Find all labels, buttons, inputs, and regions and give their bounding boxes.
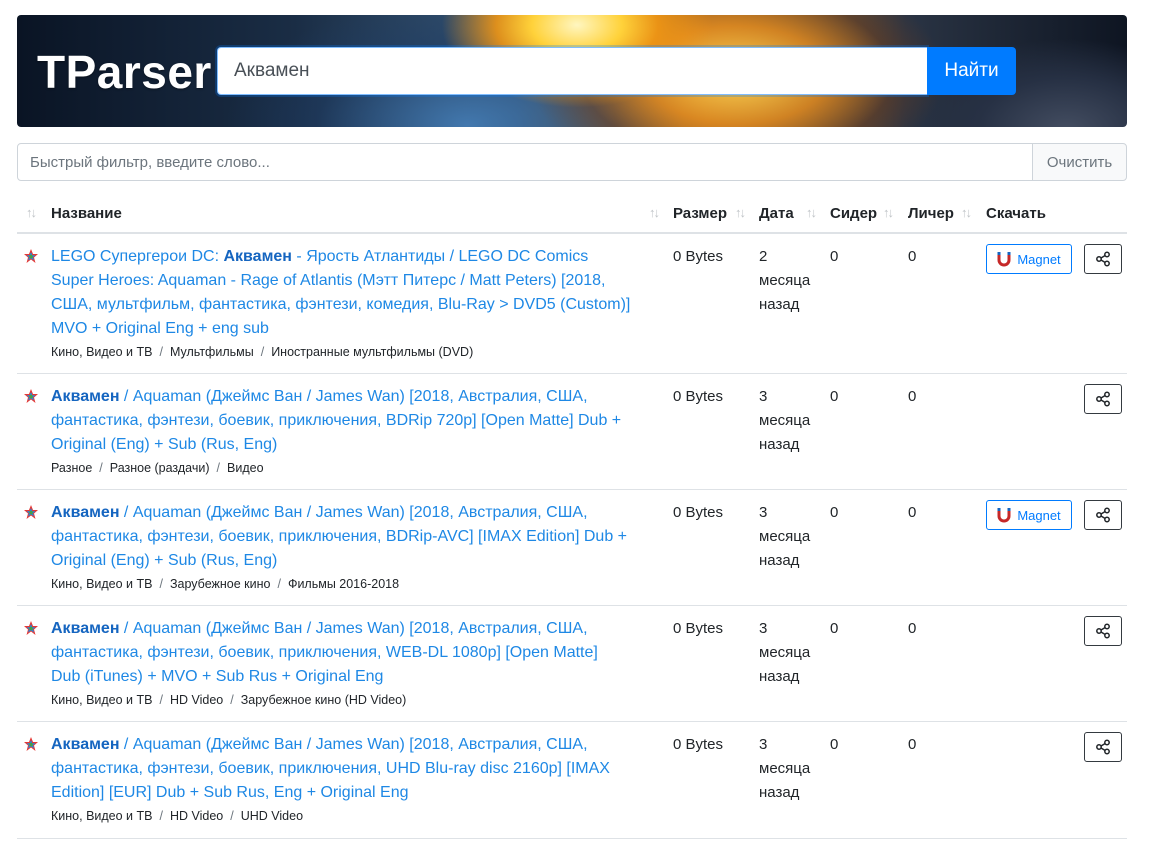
quick-filter-input[interactable] <box>17 143 1033 181</box>
seeders-cell: 0 <box>830 620 839 637</box>
date-cell: 2 месяца назад <box>759 248 811 313</box>
seeders-cell: 0 <box>830 504 839 521</box>
share-icon <box>1096 391 1110 407</box>
seeders-cell: 0 <box>830 388 839 405</box>
table-row: LEGO Супергерои DC: Аквамен - Ярость Атл… <box>17 233 1127 374</box>
tracker-icon <box>24 249 38 263</box>
magnet-label: Magnet <box>1017 251 1061 267</box>
table-row: Аквамен / Aquaman (Джеймс Ван / James Wa… <box>17 721 1127 839</box>
size-cell: 0 Bytes <box>673 504 724 521</box>
category-link[interactable]: Фильмы 2016-2018 <box>288 577 399 591</box>
share-icon <box>1096 739 1110 755</box>
title-highlight: Аквамен <box>51 388 120 405</box>
size-cell: 0 Bytes <box>673 248 724 265</box>
category-link[interactable]: Зарубежное кино <box>170 577 270 591</box>
category-link[interactable]: Разное <box>51 461 92 475</box>
share-button[interactable] <box>1084 500 1122 530</box>
tracker-icon <box>24 737 38 751</box>
category-link[interactable]: HD Video <box>170 809 223 823</box>
date-cell: 3 месяца назад <box>759 620 811 685</box>
column-header-seeders[interactable]: Сидер <box>830 198 877 232</box>
date-cell: 3 месяца назад <box>759 504 811 569</box>
torrent-title-link[interactable]: LEGO Супергерои DC: Аквамен - Ярость Атл… <box>51 245 631 341</box>
category-link[interactable]: Кино, Видео и ТВ <box>51 809 152 823</box>
share-button[interactable] <box>1084 732 1122 762</box>
magnet-label: Magnet <box>1017 507 1061 523</box>
column-header-date[interactable]: Дата <box>759 198 794 232</box>
leechers-cell: 0 <box>908 504 917 521</box>
category-link[interactable]: Мультфильмы <box>170 345 254 359</box>
category-breadcrumb: Кино, Видео и ТВ / Мультфильмы / Иностранные… <box>51 345 474 359</box>
results-table-header: ↑↓ Название ↑↓ Размер ↑↓ Дата ↑↓ Сидер ↑… <box>17 198 1127 234</box>
date-cell: 3 месяца назад <box>759 388 811 453</box>
torrent-title-link[interactable]: Аквамен / Aquaman (Джеймс Ван / James Wa… <box>51 617 631 689</box>
magnet-button[interactable]: Magnet <box>986 244 1072 274</box>
size-cell: 0 Bytes <box>673 620 724 637</box>
title-highlight: Аквамен <box>51 620 120 637</box>
category-link[interactable]: Видео <box>227 461 264 475</box>
category-breadcrumb: Кино, Видео и ТВ / HD Video / Зарубежное кин… <box>51 693 407 707</box>
column-header-download: Скачать <box>986 205 1046 222</box>
title-highlight: Аквамен <box>51 736 120 753</box>
title-rest: / Aquaman (Джеймс Ван / James Wan) [2018… <box>51 504 628 569</box>
category-link[interactable]: UHD Video <box>241 809 303 823</box>
category-link[interactable]: Разное (раздачи) <box>110 461 210 475</box>
title-highlight: Аквамен <box>51 504 120 521</box>
tracker-icon <box>24 505 38 519</box>
magnet-icon <box>997 252 1011 267</box>
share-icon <box>1096 507 1110 523</box>
category-link[interactable]: Кино, Видео и ТВ <box>51 577 152 591</box>
date-cell: 3 месяца назад <box>759 736 811 801</box>
category-breadcrumb: Кино, Видео и ТВ / Зарубежное кино / Фильмы … <box>51 577 400 591</box>
torrent-title-link[interactable]: Аквамен / Aquaman (Джеймс Ван / James Wa… <box>51 501 631 573</box>
seeders-cell: 0 <box>830 248 839 265</box>
site-logo[interactable]: TParser <box>37 44 212 100</box>
share-button[interactable] <box>1084 384 1122 414</box>
title-highlight: Аквамен <box>223 248 292 265</box>
category-link[interactable]: Кино, Видео и ТВ <box>51 345 152 359</box>
title-prefix: LEGO Супергерои DC: <box>51 248 224 265</box>
table-row: Аквамен / Aquaman (Джеймс Ван / James Wa… <box>17 605 1127 722</box>
title-rest: / Aquaman (Джеймс Ван / James Wan) [2018… <box>51 736 610 801</box>
category-breadcrumb: Разное / Разное (раздачи) / Видео <box>51 461 264 475</box>
share-icon <box>1096 251 1110 267</box>
category-link[interactable]: Зарубежное кино (HD Video) <box>241 693 407 707</box>
column-header-name[interactable]: Название <box>51 198 122 232</box>
sort-icon[interactable]: ↑↓ <box>735 198 746 232</box>
column-header-size[interactable]: Размер <box>673 198 727 232</box>
title-rest: / Aquaman (Джеймс Ван / James Wan) [2018… <box>51 620 598 685</box>
title-rest: / Aquaman (Джеймс Ван / James Wan) [2018… <box>51 388 622 453</box>
sort-icon[interactable]: ↑↓ <box>806 198 817 232</box>
clear-filter-button[interactable]: Очистить <box>1032 143 1127 181</box>
leechers-cell: 0 <box>908 620 917 637</box>
column-header-leechers[interactable]: Личер <box>908 198 954 232</box>
sort-icon[interactable]: ↑↓ <box>883 198 894 232</box>
leechers-cell: 0 <box>908 388 917 405</box>
category-breadcrumb: Кино, Видео и ТВ / HD Video / UHD Video <box>51 809 304 823</box>
tracker-icon <box>24 621 38 635</box>
category-link[interactable]: Кино, Видео и ТВ <box>51 693 152 707</box>
tracker-icon <box>24 389 38 403</box>
share-button[interactable] <box>1084 616 1122 646</box>
search-input[interactable] <box>217 47 927 95</box>
table-row: Аквамен / Aquaman (Джеймс Ван / James Wa… <box>17 489 1127 606</box>
torrent-title-link[interactable]: Аквамен / Aquaman (Джеймс Ван / James Wa… <box>51 733 631 805</box>
category-link[interactable]: HD Video <box>170 693 223 707</box>
leechers-cell: 0 <box>908 248 917 265</box>
magnet-button[interactable]: Magnet <box>986 500 1072 530</box>
leechers-cell: 0 <box>908 736 917 753</box>
sort-icon[interactable]: ↑↓ <box>26 198 37 232</box>
table-row: Аквамен / Aquaman (Джеймс Ван / James Wa… <box>17 373 1127 490</box>
size-cell: 0 Bytes <box>673 388 724 405</box>
size-cell: 0 Bytes <box>673 736 724 753</box>
category-link[interactable]: Иностранные мультфильмы (DVD) <box>271 345 473 359</box>
sort-icon[interactable]: ↑↓ <box>961 198 972 232</box>
share-icon <box>1096 623 1110 639</box>
seeders-cell: 0 <box>830 736 839 753</box>
magnet-icon <box>997 508 1011 523</box>
torrent-title-link[interactable]: Аквамен / Aquaman (Джеймс Ван / James Wa… <box>51 385 631 457</box>
search-button[interactable]: Найти <box>927 47 1016 95</box>
share-button[interactable] <box>1084 244 1122 274</box>
sort-icon[interactable]: ↑↓ <box>649 198 660 232</box>
